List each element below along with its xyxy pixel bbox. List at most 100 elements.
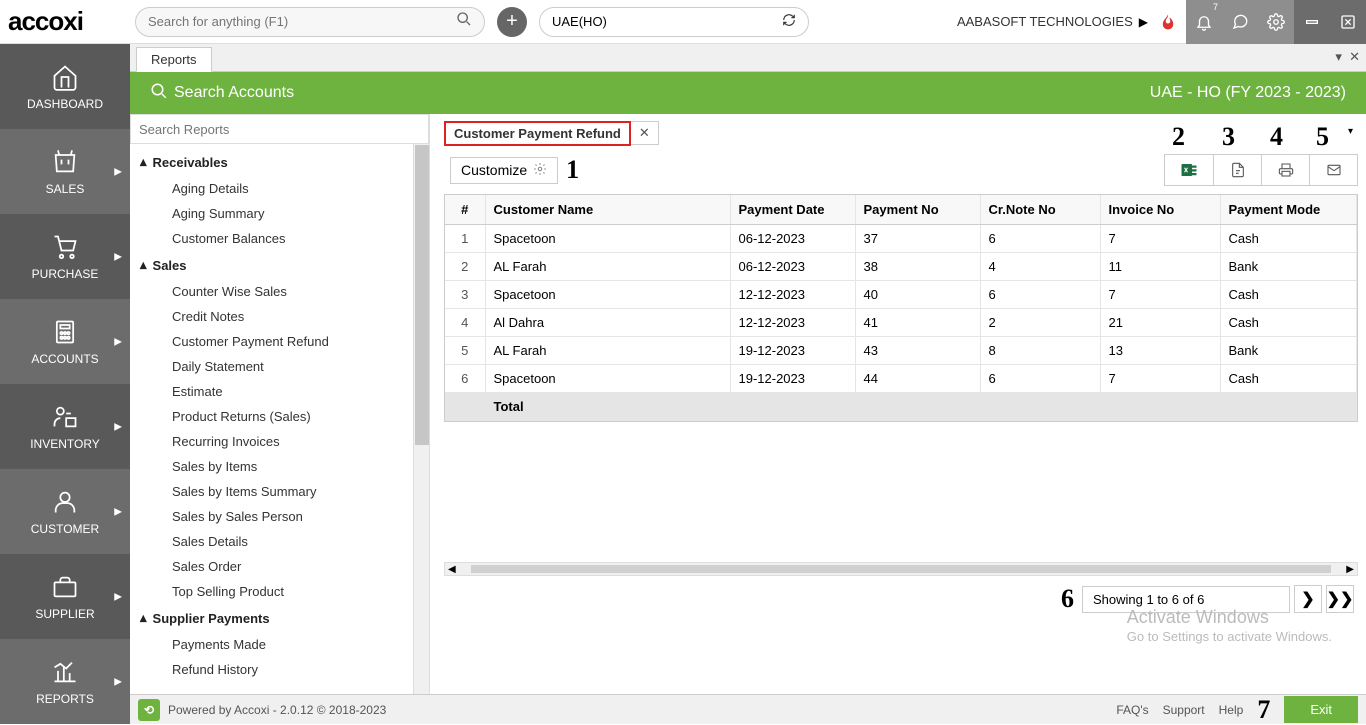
column-header[interactable]: # [445,195,485,225]
tree-item[interactable]: Aging Summary [130,201,429,226]
main-area: Reports ▾ ✕ Search Accounts UAE - HO (FY… [130,44,1366,724]
column-header[interactable]: Payment Mode [1220,195,1357,225]
tree-item[interactable]: Sales by Sales Person [130,504,429,529]
chevron-up-icon: ▴ [140,154,147,170]
sidebar: DASHBOARD SALES ▶ PURCHASE ▶ ACCOUNTS ▶ … [0,44,130,724]
tree-item[interactable]: Refund History [130,657,429,682]
tree-group-receivables[interactable]: ▴Receivables [130,148,429,176]
tree-item[interactable]: Sales Details [130,529,429,554]
tree-item[interactable]: Sales Order [130,554,429,579]
chevron-right-icon: ▶ [114,421,122,432]
table-row[interactable]: 2AL Farah06-12-202338411Bank [445,253,1357,281]
tree-item[interactable]: Payments Made [130,632,429,657]
tree-item[interactable]: Customer Payment Refund [130,329,429,354]
report-tab[interactable]: Customer Payment Refund [444,121,631,146]
add-button[interactable]: + [497,7,527,37]
column-header[interactable]: Cr.Note No [980,195,1100,225]
tree-scrollbar[interactable] [413,144,429,694]
tree-item[interactable]: Counter Wise Sales [130,279,429,304]
tree-item[interactable]: Product Returns (Sales) [130,404,429,429]
branch-label: UAE(HO) [552,14,607,29]
table-row[interactable]: 5AL Farah19-12-202343813Bank [445,337,1357,365]
tree-item[interactable]: Sales by Items Summary [130,479,429,504]
table-row[interactable]: 4Al Dahra12-12-202341221Cash [445,309,1357,337]
report-list: ▴Receivables Aging DetailsAging SummaryC… [130,114,430,694]
column-header[interactable]: Payment No [855,195,980,225]
flame-icon[interactable] [1154,8,1182,36]
email-button[interactable] [1309,155,1357,185]
global-search-input[interactable] [148,14,456,29]
chat-icon[interactable] [1222,0,1258,44]
sidebar-item-label: ACCOUNTS [31,352,98,366]
tree-item[interactable]: Recurring Invoices [130,429,429,454]
sync-icon[interactable] [782,13,796,30]
footer-link-help[interactable]: Help [1219,703,1244,717]
export-excel-button[interactable] [1165,155,1213,185]
table-row[interactable]: 3Spacetoon12-12-20234067Cash [445,281,1357,309]
tab-reports[interactable]: Reports [136,47,212,72]
data-table: #Customer NamePayment DatePayment NoCr.N… [444,194,1358,422]
table-row[interactable]: 1Spacetoon06-12-20233767Cash [445,225,1357,253]
tree-item[interactable]: Daily Statement [130,354,429,379]
minimize-icon[interactable] [1294,0,1330,44]
chevron-right-icon: ▶ [114,506,122,517]
dropdown-icon[interactable]: ▾ [1348,126,1353,137]
search-reports-input[interactable] [130,114,429,144]
close-window-icon[interactable] [1330,0,1366,44]
footer-link-faq[interactable]: FAQ's [1116,703,1148,717]
print-button[interactable] [1261,155,1309,185]
column-header[interactable]: Payment Date [730,195,855,225]
search-icon [150,82,168,105]
branch-selector[interactable]: UAE(HO) [539,7,809,37]
search-icon [456,11,472,32]
table-row[interactable]: 6Spacetoon19-12-20234467Cash [445,365,1357,393]
sidebar-item-dashboard[interactable]: DASHBOARD [0,44,130,129]
notification-badge: 7 [1213,2,1218,12]
sidebar-item-accounts[interactable]: ACCOUNTS ▶ [0,299,130,384]
horizontal-scrollbar[interactable]: ◀ ▶ [444,562,1358,576]
sidebar-item-label: SUPPLIER [35,607,94,621]
tree-item[interactable]: Credit Notes [130,304,429,329]
column-header[interactable]: Customer Name [485,195,730,225]
footer-link-support[interactable]: Support [1163,703,1205,717]
column-header[interactable]: Invoice No [1100,195,1220,225]
tree-group-supplier-payments[interactable]: ▴Supplier Payments [130,604,429,632]
chevron-right-icon: ▶ [114,676,122,687]
sidebar-item-label: PURCHASE [32,267,99,281]
top-right: AABASOFT TECHNOLOGIES ▶ 7 [957,0,1366,44]
company-name[interactable]: AABASOFT TECHNOLOGIES [957,14,1139,29]
global-search[interactable] [135,7,485,37]
notification-icon[interactable]: 7 [1186,0,1222,44]
total-row: Total [445,393,1357,421]
close-icon[interactable]: ✕ [631,121,659,145]
tabstrip-controls[interactable]: ▾ ✕ [1335,49,1360,65]
sidebar-item-inventory[interactable]: INVENTORY ▶ [0,384,130,469]
sidebar-item-sales[interactable]: SALES ▶ [0,129,130,214]
next-page-button[interactable]: ❯ [1294,585,1322,613]
tree-item[interactable]: Aging Details [130,176,429,201]
sidebar-item-reports[interactable]: REPORTS ▶ [0,639,130,724]
content-row: ▴Receivables Aging DetailsAging SummaryC… [130,114,1366,694]
export-pdf-button[interactable] [1213,155,1261,185]
sidebar-item-customer[interactable]: CUSTOMER ▶ [0,469,130,554]
gear-icon [533,162,547,179]
sidebar-item-supplier[interactable]: SUPPLIER ▶ [0,554,130,639]
footer-powered: Powered by Accoxi - 2.0.12 © 2018-2023 [168,703,386,717]
customize-button[interactable]: Customize [450,157,558,184]
context-title[interactable]: Search Accounts [174,84,294,102]
export-buttons [1164,154,1358,186]
chevron-up-icon: ▴ [140,610,147,626]
tree-item[interactable]: Top Selling Product [130,579,429,604]
sidebar-item-label: REPORTS [36,692,94,706]
settings-icon[interactable] [1258,0,1294,44]
exit-button[interactable]: Exit [1284,696,1358,723]
top-bar: accoxi + UAE(HO) AABASOFT TECHNOLOGIES ▶… [0,0,1366,44]
tree-item[interactable]: Sales by Items [130,454,429,479]
tree-group-sales[interactable]: ▴Sales [130,251,429,279]
tree-item[interactable]: Estimate [130,379,429,404]
last-page-button[interactable]: ❯❯ [1326,585,1354,613]
sidebar-item-purchase[interactable]: PURCHASE ▶ [0,214,130,299]
footer: ⟲ Powered by Accoxi - 2.0.12 © 2018-2023… [130,694,1366,724]
tree-item[interactable]: Customer Balances [130,226,429,251]
report-tree[interactable]: ▴Receivables Aging DetailsAging SummaryC… [130,144,429,694]
